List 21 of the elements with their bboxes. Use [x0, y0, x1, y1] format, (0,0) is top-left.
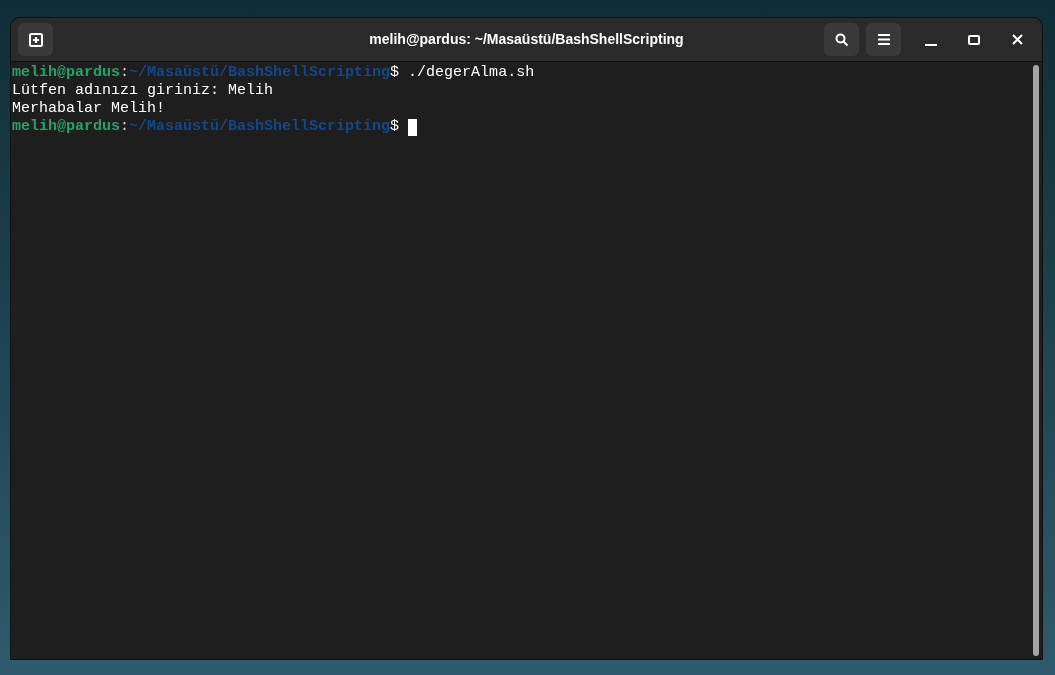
prompt-path: ~/Masaüstü/BashShellScripting — [129, 64, 391, 82]
command-text: ./degerAlma.sh — [407, 64, 535, 82]
prompt-path: ~/Masaüstü/BashShellScripting — [129, 118, 391, 136]
window-title: melih@pardus: ~/Masaüstü/BashShellScripting — [369, 30, 684, 49]
menu-icon — [877, 34, 890, 45]
close-icon — [1011, 34, 1023, 45]
search-button[interactable] — [824, 23, 859, 56]
prompt-user-host: melih@pardus — [12, 118, 121, 136]
prompt-symbol: $ — [390, 64, 400, 82]
prompt-user-host: melih@pardus — [12, 64, 121, 82]
prompt-separator: : — [120, 118, 130, 136]
minimize-icon — [925, 43, 937, 46]
maximize-icon — [967, 34, 981, 45]
output-line: Lütfen adınızı giriniz: Melih — [12, 82, 274, 100]
output-line: Merhabalar Melih! — [12, 100, 166, 118]
new-tab-button[interactable] — [18, 23, 53, 56]
menu-button[interactable] — [866, 23, 901, 56]
prompt-symbol: $ — [390, 118, 400, 136]
search-icon — [834, 32, 849, 47]
new-tab-icon — [27, 31, 44, 48]
prompt-separator: : — [120, 64, 130, 82]
